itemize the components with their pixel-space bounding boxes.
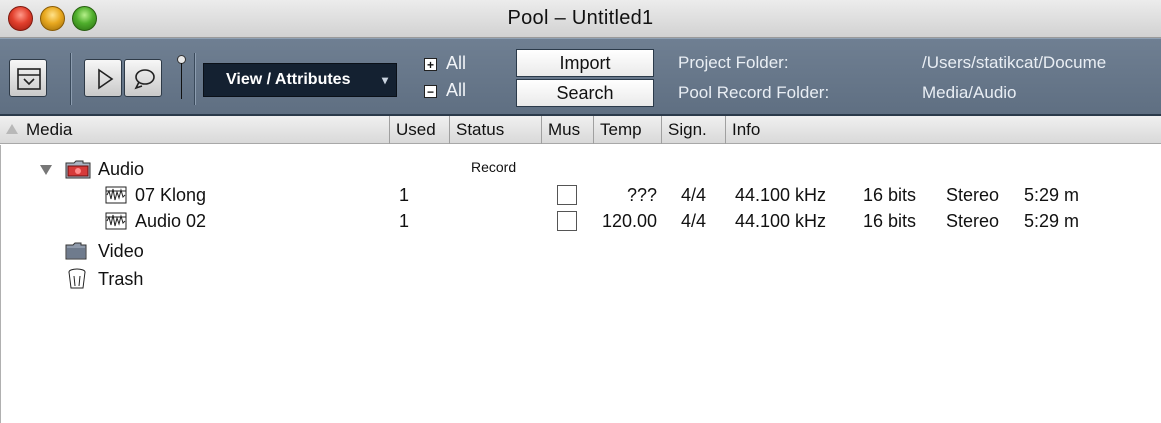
column-header-media[interactable]: Media <box>0 116 390 144</box>
expand-all-button[interactable]: + All <box>424 52 466 74</box>
media-name: Audio 02 <box>135 211 207 231</box>
window-title: Pool – Untitled1 <box>507 7 654 29</box>
chevron-down-icon: ▾ <box>381 73 388 87</box>
play-button[interactable] <box>84 59 122 97</box>
column-used-label: Used <box>396 120 436 139</box>
disclosure-triangle-icon[interactable] <box>39 164 53 176</box>
signature-value[interactable]: 4/4 <box>681 183 706 207</box>
collapse-all-label: All <box>446 80 467 100</box>
view-attributes-label: View / Attributes <box>226 71 351 88</box>
info-line-toggle-button[interactable] <box>9 59 47 97</box>
trash-icon <box>68 268 86 289</box>
tree-row-video-folder[interactable]: Video <box>1 239 1161 263</box>
used-count: 1 <box>399 211 410 231</box>
title-bar: Pool – Untitled1 <box>0 0 1161 38</box>
column-header-status[interactable]: Status <box>450 116 542 144</box>
tree-row-audio-folder[interactable]: Audio Record <box>1 157 1161 181</box>
tree-label-trash: Trash <box>98 269 144 289</box>
duration: 5:29 m <box>1024 211 1080 231</box>
bit-depth: 16 bits <box>863 211 917 231</box>
bit-depth: 16 bits <box>863 185 917 205</box>
expand-all-label: All <box>446 53 467 73</box>
toolbar-separator <box>194 53 196 105</box>
signature-value[interactable]: 4/4 <box>681 209 706 233</box>
minus-box-icon: − <box>424 85 437 98</box>
channels: Stereo <box>946 185 1000 205</box>
column-status-label: Status <box>456 120 505 139</box>
column-mus-label: Mus <box>548 120 581 139</box>
column-header-used[interactable]: Used <box>390 116 450 144</box>
column-header-signature[interactable]: Sign. <box>662 116 726 144</box>
info-line-icon <box>17 68 41 90</box>
column-header-info[interactable]: Info <box>726 116 1161 144</box>
audio-file-icon <box>105 212 127 230</box>
tree-label-video: Video <box>98 241 144 261</box>
column-header-tempo[interactable]: Temp <box>594 116 662 144</box>
column-media-label: Media <box>26 120 73 139</box>
sample-rate: 44.100 kHz <box>735 185 827 205</box>
tempo-value[interactable]: ??? <box>597 183 657 207</box>
column-info-label: Info <box>732 120 761 139</box>
tree-label-audio: Audio <box>98 159 145 179</box>
tree-row-trash-folder[interactable]: Trash <box>1 267 1161 291</box>
sort-ascending-icon <box>6 124 18 134</box>
audio-folder-status: Record <box>471 159 517 175</box>
loop-button[interactable] <box>124 59 162 97</box>
column-header-musical[interactable]: Mus <box>542 116 594 144</box>
media-name: 07 Klong <box>135 185 207 205</box>
column-header-row: Media Used Status Mus Temp Sign. Info <box>0 116 1161 144</box>
view-attributes-dropdown[interactable]: View / Attributes ▾ <box>203 63 397 97</box>
sample-rate: 44.100 kHz <box>735 211 827 231</box>
pool-toolbar: View / Attributes ▾ + All − All Import Sea… <box>0 38 1161 116</box>
pool-record-folder-label: Pool Record Folder: <box>678 83 830 102</box>
channels: Stereo <box>946 211 1000 231</box>
project-folder-label: Project Folder: <box>678 53 789 72</box>
import-button[interactable]: Import <box>516 49 654 77</box>
record-folder-icon <box>65 160 91 179</box>
toolbar-separator <box>70 53 72 105</box>
audio-file-icon <box>105 186 127 204</box>
musical-mode-checkbox[interactable] <box>557 185 577 205</box>
volume-slider[interactable] <box>181 63 182 99</box>
column-sign-label: Sign. <box>668 120 707 139</box>
used-count: 1 <box>399 185 410 205</box>
project-folder-path: /Users/statikcat/Docume <box>922 53 1107 72</box>
plus-box-icon: + <box>424 58 437 71</box>
collapse-all-button[interactable]: − All <box>424 79 466 101</box>
search-button[interactable]: Search <box>516 79 654 107</box>
duration: 5:29 m <box>1024 185 1080 205</box>
folder-icon <box>65 242 87 260</box>
table-row[interactable]: 07 Klong 1 ??? 4/4 44.100 kHz 16 bits St… <box>1 183 1161 207</box>
play-icon <box>98 68 114 90</box>
column-tempo-label: Temp <box>600 120 642 139</box>
loop-icon <box>134 69 155 90</box>
pool-record-folder-path: Media/Audio <box>922 83 1017 102</box>
tempo-value[interactable]: 120.00 <box>597 209 657 233</box>
table-row[interactable]: Audio 02 1 120.00 4/4 44.100 kHz 16 bits… <box>1 209 1161 233</box>
musical-mode-checkbox[interactable] <box>557 211 577 231</box>
pool-media-tree: Audio Record 07 Klong 1 ??? 4/4 44.100 k… <box>0 145 1161 423</box>
